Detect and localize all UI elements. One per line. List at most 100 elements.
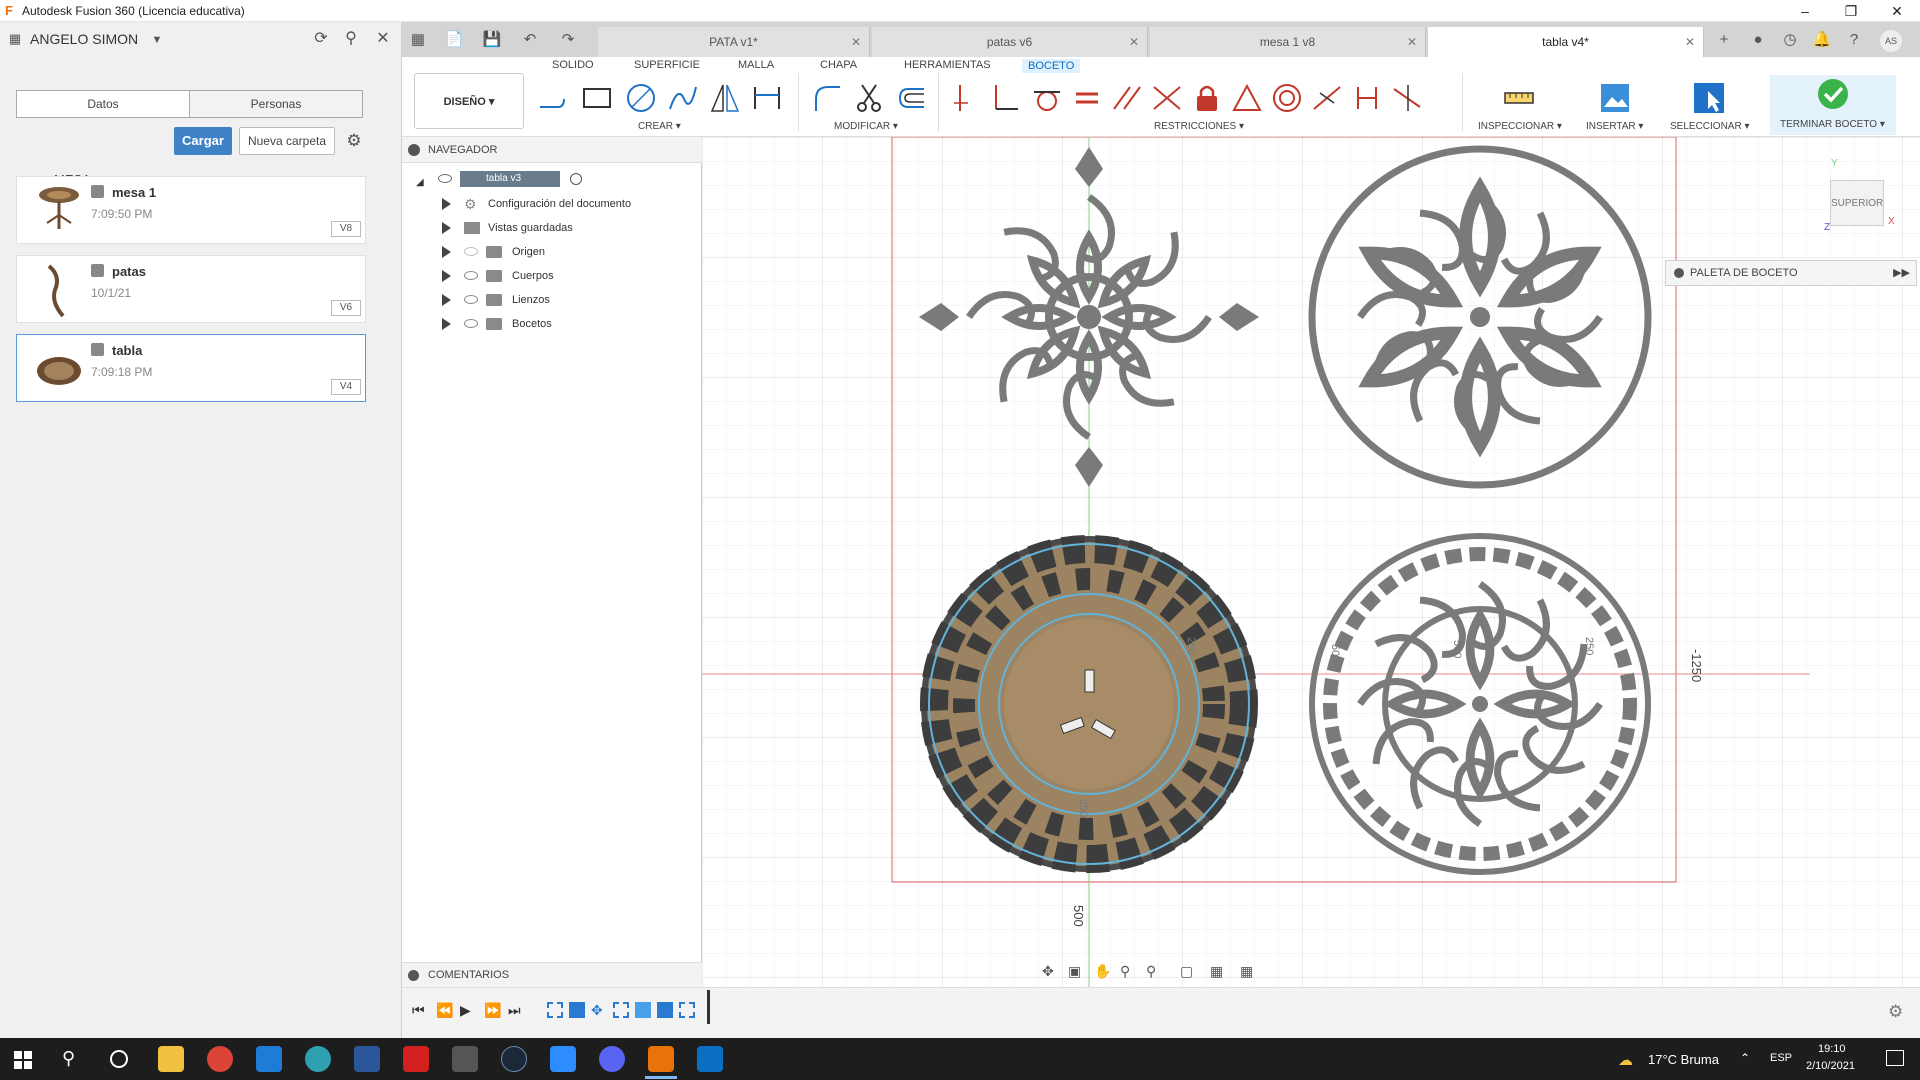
notifications-icon[interactable]: 🔔 — [1810, 22, 1834, 57]
play-icon[interactable]: ▶ — [460, 1002, 471, 1019]
chevron-up-icon[interactable]: ⌃ — [1740, 1051, 1750, 1065]
pan-hand-icon[interactable]: ✋ — [1094, 963, 1111, 980]
zoom-app-icon[interactable] — [550, 1046, 576, 1072]
tab-tabla-v4[interactable]: tabla v4* ✕ — [1428, 27, 1704, 57]
eye-icon[interactable] — [464, 295, 478, 304]
expand-triangle-icon[interactable] — [442, 270, 451, 282]
extensions-icon[interactable]: ● — [1746, 22, 1770, 57]
timeline-settings-gear-icon[interactable]: ⚙ — [1888, 1002, 1903, 1022]
dimension-label[interactable]: 250 — [1583, 637, 1595, 655]
eye-hidden-icon[interactable] — [464, 247, 478, 256]
save-icon[interactable]: 💾 — [480, 22, 504, 57]
chrome-icon[interactable] — [207, 1046, 233, 1072]
chevron-down-icon[interactable]: ▼ — [146, 29, 168, 51]
timeline-feature-canvas-icon[interactable] — [635, 1002, 651, 1018]
fix-constraint-icon[interactable] — [1390, 81, 1424, 115]
file-card-tabla[interactable]: tabla 7:09:18 PM V4 — [16, 334, 366, 402]
root-component-label[interactable]: tabla v3 — [460, 171, 560, 187]
offset-icon[interactable] — [894, 81, 928, 115]
perpendicular-constraint-icon[interactable] — [988, 81, 1022, 115]
expand-arrow-icon[interactable]: ◢ — [416, 172, 424, 194]
language-indicator[interactable]: ESP — [1770, 1052, 1792, 1064]
undo-icon[interactable]: ↶ — [518, 22, 542, 57]
tab-mesa1-v8[interactable]: mesa 1 v8 ✕ — [1150, 27, 1426, 57]
navigator-item-canvases[interactable]: Lienzos — [442, 289, 672, 311]
fit-icon[interactable]: ⚲ — [1146, 963, 1156, 980]
timeline-feature-body-icon[interactable] — [569, 1002, 585, 1018]
trim-scissors-icon[interactable] — [852, 81, 886, 115]
finish-sketch-button[interactable]: TERMINAR BOCETO ▾ — [1770, 75, 1896, 135]
grid-settings-icon[interactable]: ▦ — [1210, 963, 1223, 980]
dimension-label[interactable]: -1250 — [1689, 649, 1704, 682]
tab-solido[interactable]: SOLIDO — [552, 59, 594, 71]
triangle-constraint-icon[interactable] — [1230, 81, 1264, 115]
measure-icon[interactable] — [1502, 81, 1536, 115]
new-folder-button[interactable]: Nueva carpeta — [239, 127, 335, 155]
table-top-canvas[interactable] — [920, 535, 1258, 873]
tab-herramientas[interactable]: HERRAMIENTAS — [904, 59, 991, 71]
close-tab-icon[interactable]: ✕ — [851, 27, 861, 57]
dimension-label[interactable]: 500 — [1329, 644, 1341, 662]
navigator-header[interactable]: NAVEGADOR — [402, 137, 702, 163]
navigator-item-document-settings[interactable]: ⚙ Configuración del documento — [442, 193, 672, 215]
fusion360-taskbar-icon[interactable] — [648, 1046, 674, 1072]
rectangle-icon[interactable] — [580, 81, 614, 115]
expand-triangle-icon[interactable] — [442, 318, 451, 330]
step-back-icon[interactable]: ⏪ — [436, 1002, 453, 1019]
redo-icon[interactable]: ↷ — [556, 22, 580, 57]
edge-icon[interactable] — [305, 1046, 331, 1072]
tab-chapa[interactable]: CHAPA — [820, 59, 857, 71]
close-tab-icon[interactable]: ✕ — [1685, 27, 1695, 57]
go-to-start-icon[interactable]: ⏮ — [412, 1002, 425, 1019]
viewcube[interactable]: SUPERIOR — [1830, 180, 1884, 226]
tab-boceto[interactable]: BOCETO — [1022, 59, 1081, 73]
word-icon[interactable] — [354, 1046, 380, 1072]
curvature-constraint-icon[interactable] — [1350, 81, 1384, 115]
tab-datos[interactable]: Datos — [16, 90, 190, 118]
add-comment-icon[interactable] — [408, 970, 419, 981]
activate-component-icon[interactable] — [570, 173, 582, 185]
weather-icon[interactable]: ☁ — [1618, 1051, 1633, 1069]
workspace-design-button[interactable]: DISEÑO ▾ — [414, 73, 524, 129]
orbit-icon[interactable]: ✥ — [1042, 963, 1054, 980]
weather-text[interactable]: 17°C Bruma — [1648, 1052, 1719, 1067]
navigator-item-bodies[interactable]: Cuerpos — [442, 265, 672, 287]
display-settings-icon[interactable]: ▢ — [1180, 963, 1193, 980]
line-icon[interactable] — [536, 81, 570, 115]
look-at-icon[interactable]: ▣ — [1068, 963, 1081, 980]
viewports-icon[interactable]: ▦ — [1240, 963, 1253, 980]
expand-triangle-icon[interactable] — [442, 246, 451, 258]
close-panel-icon[interactable]: ✕ — [372, 28, 394, 50]
navigator-item-sketches[interactable]: Bocetos — [442, 313, 672, 335]
steam-icon[interactable] — [501, 1046, 527, 1072]
sketch-palette-header[interactable]: PALETA DE BOCETO ▶▶ — [1665, 260, 1917, 286]
mandala-circle-sketch[interactable] — [1308, 145, 1652, 489]
comments-panel-header[interactable]: COMENTARIOS — [402, 962, 702, 987]
create-group-label[interactable]: CREAR ▾ — [638, 121, 681, 132]
file-menu-icon[interactable]: 📄 — [442, 22, 466, 57]
dimension-label[interactable]: 500 — [1071, 905, 1086, 927]
data-panel-toggle-icon[interactable]: ▦ — [406, 22, 430, 57]
dimension-label[interactable]: 500 — [1451, 640, 1463, 658]
midpoint-constraint-icon[interactable] — [1150, 81, 1184, 115]
eye-icon[interactable] — [438, 174, 452, 183]
search-icon[interactable]: ⚲ — [62, 1048, 75, 1069]
upload-button[interactable]: Cargar — [174, 127, 232, 155]
clock-time[interactable]: 19:10 — [1818, 1043, 1846, 1055]
inspect-group-label[interactable]: INSPECCIONAR ▾ — [1478, 121, 1562, 132]
concentric-constraint-icon[interactable] — [1270, 81, 1304, 115]
notifications-center-icon[interactable] — [1886, 1050, 1904, 1066]
file-explorer-icon[interactable] — [158, 1046, 184, 1072]
expand-triangle-icon[interactable] — [442, 222, 451, 234]
timeline-features[interactable]: ✥ — [547, 1002, 697, 1022]
fillet-icon[interactable] — [810, 81, 844, 115]
version-badge[interactable]: V8 — [331, 221, 361, 237]
equal-constraint-icon[interactable] — [1070, 81, 1104, 115]
timeline-marker[interactable] — [707, 990, 710, 1024]
version-badge[interactable]: V6 — [331, 300, 361, 316]
dimension-label[interactable]: 250 — [1185, 637, 1197, 655]
symmetry-constraint-icon[interactable] — [1310, 81, 1344, 115]
photos-icon[interactable] — [697, 1046, 723, 1072]
gear-icon[interactable]: ⚙ — [343, 130, 365, 152]
discord-icon[interactable] — [599, 1046, 625, 1072]
